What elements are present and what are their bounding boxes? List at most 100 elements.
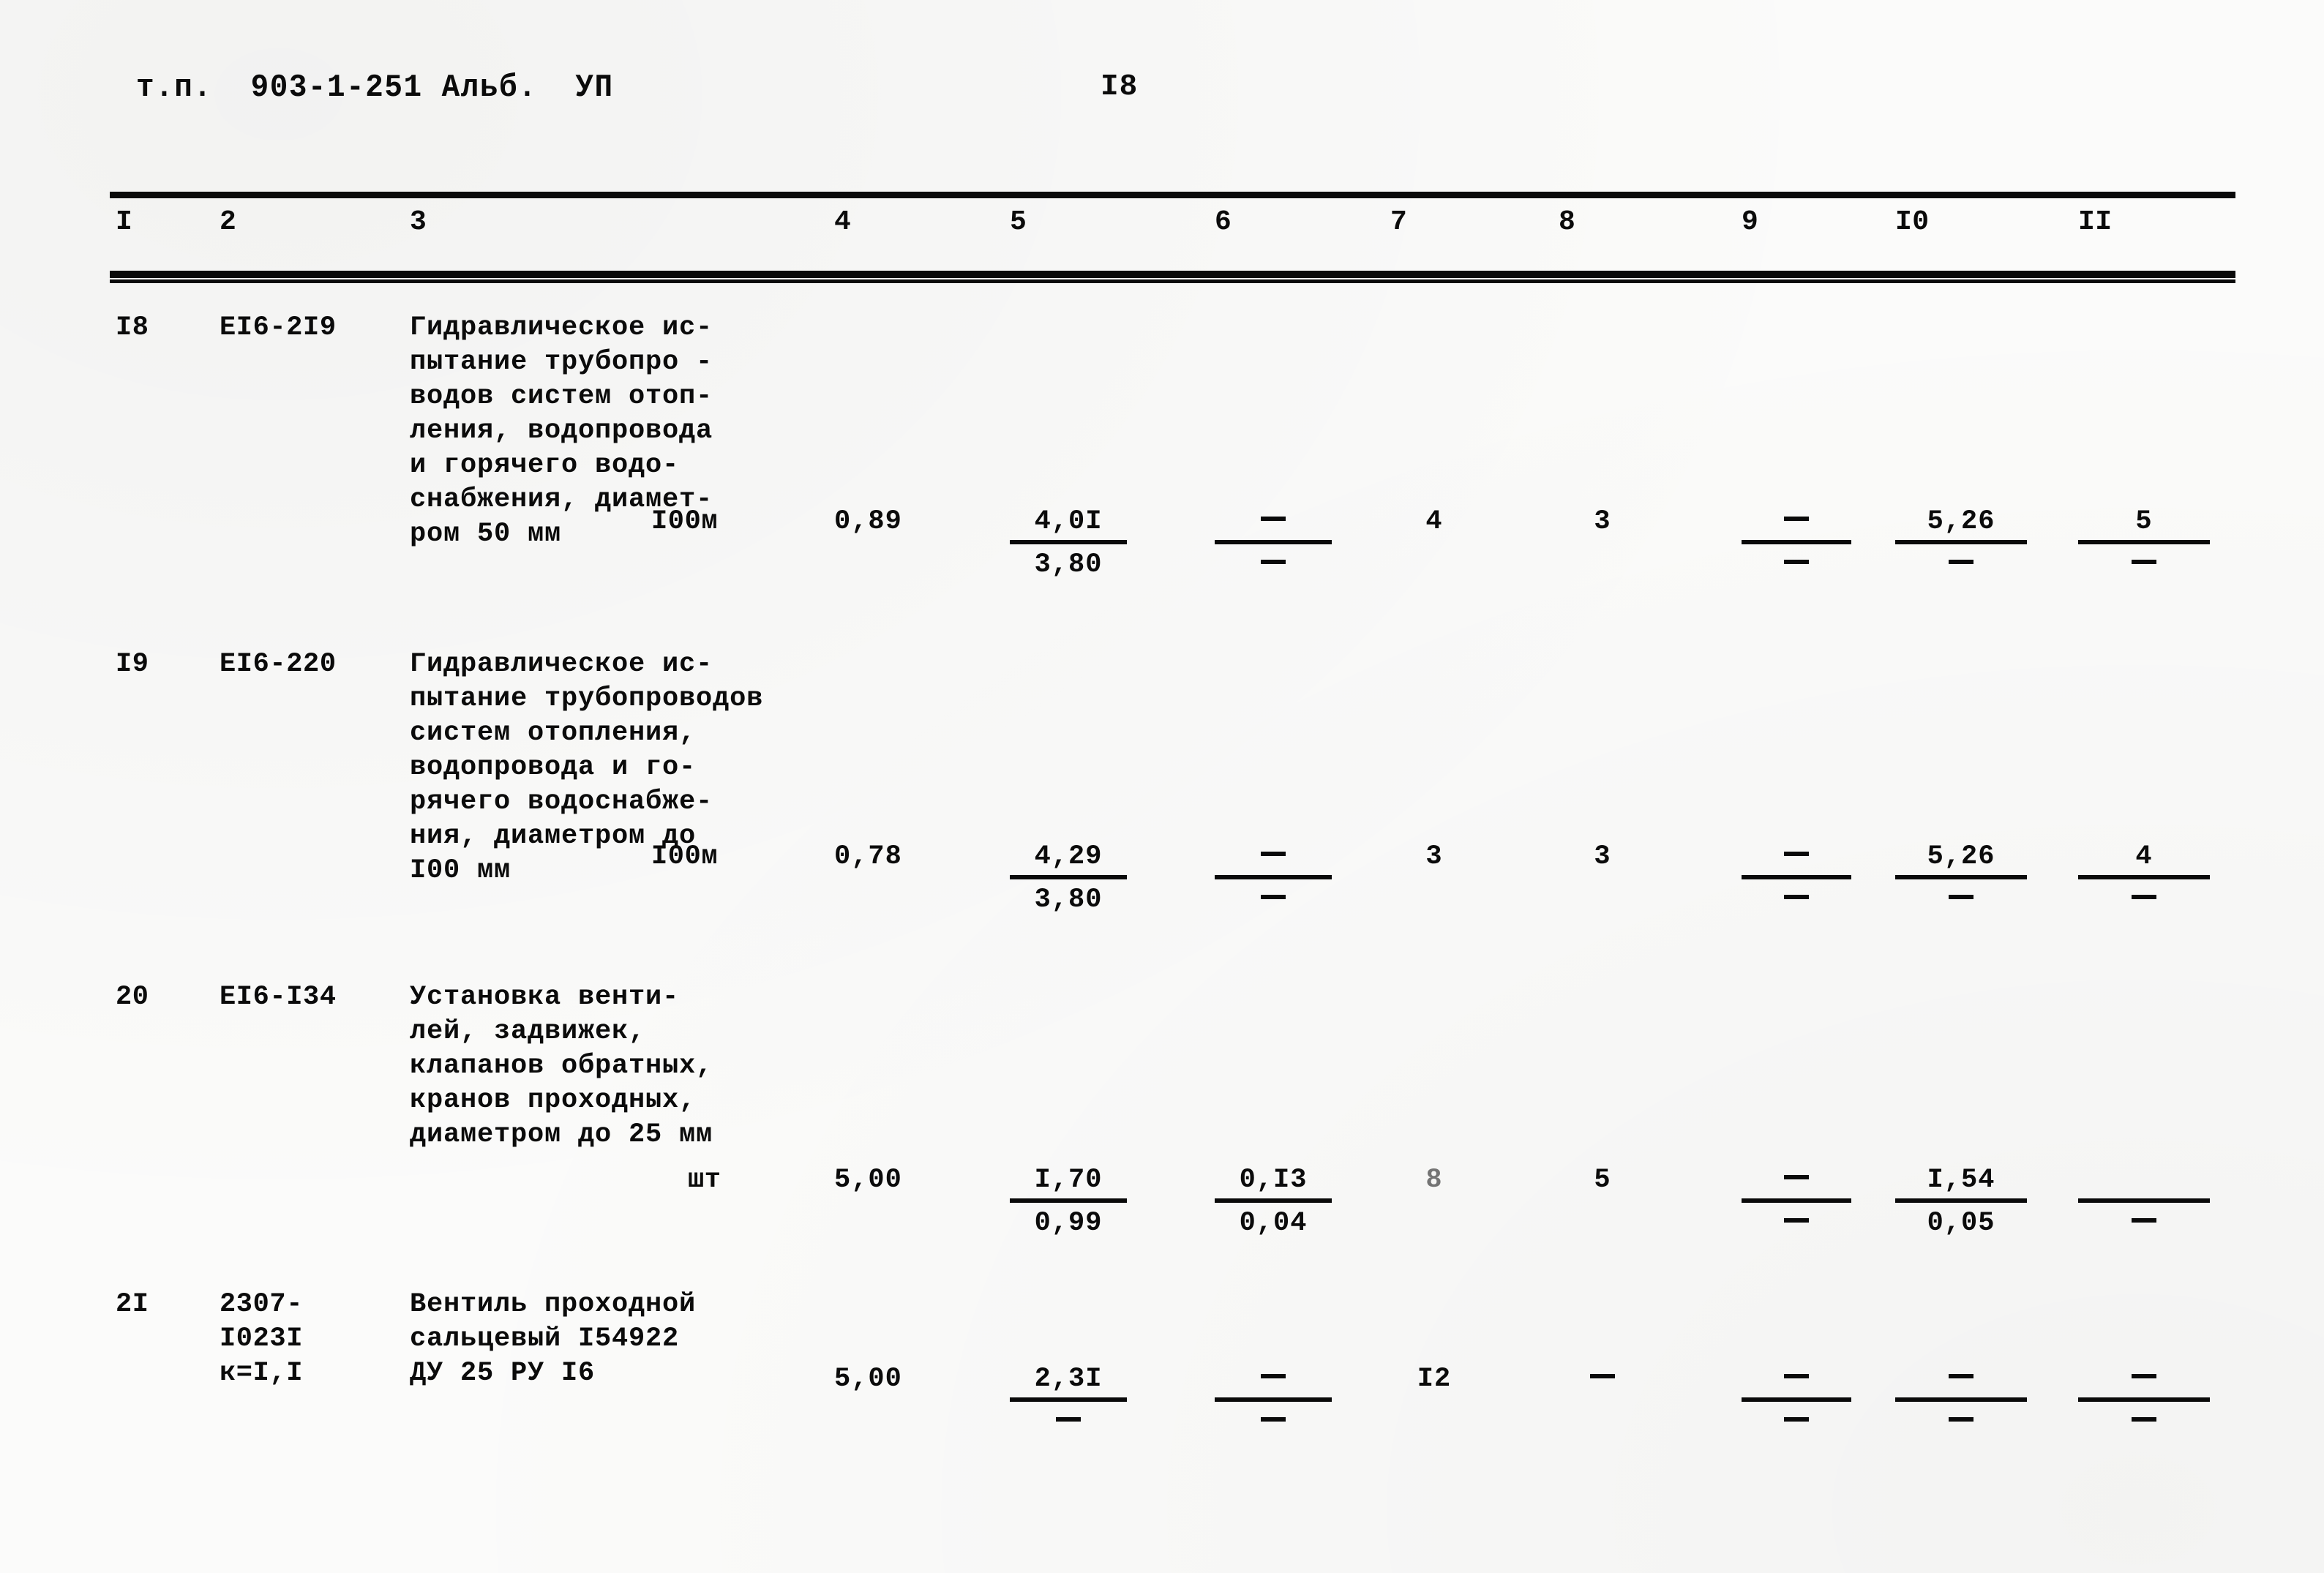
cell-col9: [1742, 505, 1851, 581]
cell-col6-denominator: [1215, 1406, 1332, 1438]
cell-col11-denominator: [2078, 1207, 2210, 1239]
column-header-6: 6: [1215, 206, 1232, 238]
cell-col5-denominator: 3,80: [1034, 885, 1103, 915]
cell-col10: [1895, 1362, 2027, 1438]
cell-col6-denominator: [1215, 549, 1332, 581]
cell-col9: [1742, 1362, 1851, 1438]
cell-col10: I,54 0,05: [1895, 1163, 2027, 1239]
cell-col4: 5,00: [834, 1165, 902, 1195]
cell-col6-denominator: [1215, 884, 1332, 916]
dash-mark: [1784, 1417, 1809, 1422]
dash-mark: [1261, 852, 1286, 857]
table-rule-bottom-secondary: [110, 279, 2235, 283]
cell-col10-bar: [1895, 540, 2027, 544]
cell-col10: 5,26: [1895, 840, 2027, 916]
row-number: 2I: [116, 1289, 149, 1320]
dash-mark: [2132, 1374, 2156, 1379]
cell-col6: [1215, 1362, 1332, 1438]
cell-col9-denominator: [1742, 1207, 1851, 1239]
dash-mark: [1784, 852, 1809, 857]
cell-col11-denominator: [2078, 549, 2210, 581]
row-unit: I00м: [651, 506, 719, 537]
cell-col5: 4,0I 3,80: [1010, 505, 1127, 581]
cell-col11-numerator: [2078, 1362, 2210, 1396]
column-header-11: II: [2078, 206, 2113, 238]
dash-mark: [1261, 895, 1286, 900]
cell-col6-denominator: 0,04: [1239, 1208, 1308, 1239]
cell-col10-denominator: 0,05: [1927, 1208, 1995, 1239]
cell-col11-bar: [2078, 540, 2210, 544]
cell-col5-bar: [1010, 1397, 1127, 1402]
cell-col10-denominator: [1895, 884, 2027, 916]
column-header-2: 2: [220, 206, 237, 238]
column-header-10: I0: [1895, 206, 1930, 238]
cell-col10-numerator: I,54: [1927, 1165, 1995, 1195]
cell-col6: [1215, 505, 1332, 581]
cell-col8: [1559, 1362, 1646, 1397]
cell-col11-numerator: 5: [2135, 506, 2153, 537]
cell-col11: [2078, 1163, 2210, 1239]
cell-col5-denominator: 3,80: [1034, 549, 1103, 580]
document-code: т.п. 903-1-251 Альб. УП: [136, 70, 614, 106]
cell-col5-bar: [1010, 540, 1127, 544]
dash-mark: [1056, 1417, 1081, 1422]
document-header: т.п. 903-1-251 Альб. УП I8: [0, 70, 2324, 111]
cell-col6-bar: [1215, 540, 1332, 544]
cell-col4: 0,78: [834, 841, 902, 872]
column-header-3: 3: [410, 206, 427, 238]
cell-col10-denominator: [1895, 549, 2027, 581]
table-rule-top: [110, 192, 2235, 198]
row-description: Вентиль проходной сальцевый I54922 ДУ 25…: [410, 1289, 697, 1389]
dash-mark: [2132, 895, 2156, 900]
dash-mark: [1590, 1374, 1615, 1379]
column-header-7: 7: [1390, 206, 1408, 238]
page-number: I8: [1101, 70, 1139, 104]
row-unit: I00м: [651, 841, 719, 872]
cell-col4: 5,00: [834, 1364, 902, 1394]
dash-mark: [1949, 560, 1973, 565]
cell-col5: 2,3I: [1010, 1362, 1127, 1438]
row-code: ЕI6-2I9: [220, 312, 337, 343]
cell-col9-numerator: [1742, 1163, 1851, 1197]
cell-col5-denominator: [1010, 1406, 1127, 1438]
row-description: Установка венти- лей, задвижек, клапанов…: [410, 982, 713, 1150]
cell-col10-bar: [1895, 1198, 2027, 1203]
cell-col5-numerator: I,70: [1034, 1165, 1103, 1195]
row-code: ЕI6-220: [220, 649, 337, 680]
cell-col10-bar: [1895, 1397, 2027, 1402]
dash-mark: [1949, 1374, 1973, 1379]
cell-col11: 4: [2078, 840, 2210, 916]
cell-col6-numerator: [1215, 1362, 1332, 1396]
column-header-4: 4: [834, 206, 852, 238]
cell-col9-bar: [1742, 540, 1851, 544]
dash-mark: [1261, 517, 1286, 522]
cell-col6-bar: [1215, 1397, 1332, 1402]
cell-col8: 3: [1594, 841, 1611, 872]
cell-col9-bar: [1742, 1198, 1851, 1203]
cell-col5-numerator: 4,0I: [1034, 506, 1103, 537]
row-number: 20: [116, 982, 149, 1013]
dash-mark: [1784, 1374, 1809, 1379]
dash-mark: [2132, 560, 2156, 565]
cell-col9-numerator: [1742, 505, 1851, 538]
cell-col10: 5,26: [1895, 505, 2027, 581]
cell-col5-numerator: 2,3I: [1034, 1364, 1103, 1394]
cell-col11-numerator: [2078, 1163, 2210, 1197]
cell-col11-bar: [2078, 1397, 2210, 1402]
cell-col9-numerator: [1742, 840, 1851, 874]
cell-col5-bar: [1010, 1198, 1127, 1203]
cell-col9-bar: [1742, 875, 1851, 879]
cell-col7: 4: [1425, 506, 1443, 537]
cell-col9-denominator: [1742, 549, 1851, 581]
cell-col5-denominator: 0,99: [1034, 1208, 1103, 1239]
cell-col5-numerator: 4,29: [1034, 841, 1103, 872]
cell-col9-denominator: [1742, 1406, 1851, 1438]
row-unit: шт: [688, 1165, 721, 1195]
cell-col6-bar: [1215, 1198, 1332, 1203]
cell-col9: [1742, 840, 1851, 916]
cell-col6-numerator: 0,I3: [1239, 1165, 1308, 1195]
dash-mark: [1949, 895, 1973, 900]
cell-col7: 3: [1425, 841, 1443, 872]
dash-mark: [1784, 1218, 1809, 1223]
dash-mark: [1261, 560, 1286, 565]
